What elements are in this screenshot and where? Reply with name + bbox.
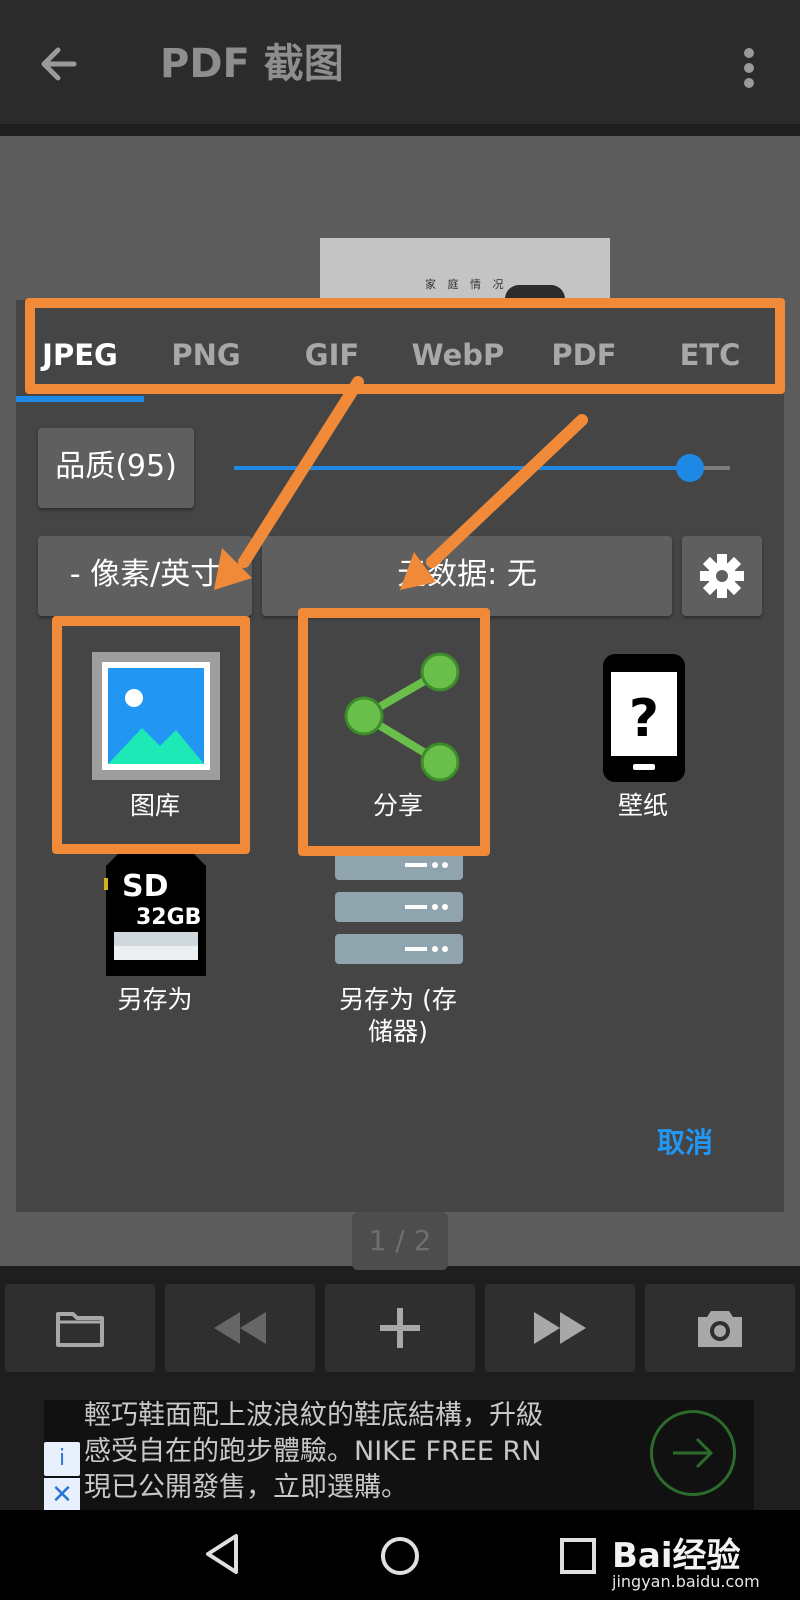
save-to-storage-label-line2: 储器)	[368, 1017, 428, 1046]
app-title: PDF 截图	[160, 41, 344, 87]
pdf-page-image	[505, 285, 565, 299]
open-folder-button[interactable]	[5, 1284, 155, 1372]
ad-info-icon[interactable]: i	[44, 1442, 80, 1476]
next-page-button[interactable]	[485, 1284, 635, 1372]
ad-line-1: 輕巧鞋面配上波浪紋的鞋底結構，升級	[84, 1400, 543, 1431]
gear-icon	[700, 554, 744, 598]
ad-close-icon[interactable]: ✕	[44, 1478, 80, 1512]
quality-button[interactable]: 品质(95)	[38, 428, 194, 508]
more-vert-icon[interactable]	[730, 38, 770, 98]
fast-forward-icon	[534, 1312, 586, 1344]
add-icon	[380, 1308, 420, 1348]
rewind-icon	[214, 1312, 266, 1344]
svg-text:?: ?	[629, 689, 659, 749]
server-storage-icon	[335, 850, 463, 964]
dpi-button[interactable]: - 像素/英寸	[38, 536, 252, 616]
camera-icon	[698, 1311, 742, 1347]
nav-home-icon[interactable]	[378, 1534, 422, 1578]
metadata-button[interactable]: 元数据: 无	[262, 536, 672, 616]
watermark-logo: Bai经验	[612, 1536, 741, 1576]
add-button[interactable]	[325, 1284, 475, 1372]
quality-slider-fill	[234, 466, 691, 470]
folder-icon	[56, 1312, 104, 1347]
wallpaper-label: 壁纸	[617, 791, 668, 820]
share-highlight-box	[298, 608, 490, 856]
ad-line-3: 現已公開發售，立即選購。	[84, 1472, 408, 1503]
phone-question-icon: ?	[603, 654, 685, 782]
save-as-label: 另存为	[117, 985, 193, 1014]
capture-button[interactable]	[645, 1284, 795, 1372]
back-arrow-icon[interactable]	[28, 34, 92, 94]
save-to-storage-label-line1: 另存为 (存	[339, 985, 457, 1014]
ad-line-2: 感受自在的跑步體驗。NIKE FREE RN	[84, 1436, 542, 1467]
cancel-button[interactable]: 取消	[640, 1120, 730, 1166]
watermark-url: jingyan.baidu.com	[612, 1572, 760, 1591]
ad-arrow-icon[interactable]	[650, 1410, 736, 1496]
settings-button[interactable]	[682, 536, 762, 616]
gallery-highlight-box	[52, 616, 250, 854]
wallpaper-action[interactable]: ? 壁纸	[528, 640, 758, 840]
page-indicator: 1 / 2	[352, 1212, 448, 1270]
previous-page-button[interactable]	[165, 1284, 315, 1372]
nav-back-icon[interactable]	[200, 1530, 244, 1578]
tabs-highlight-box	[25, 298, 785, 394]
sd-card-icon: SD 32GB	[104, 854, 206, 976]
save-to-storage-action[interactable]: 另存为 (存 储器)	[283, 848, 513, 1048]
sd-capacity: 32GB	[136, 905, 201, 930]
ad-text[interactable]: 輕巧鞋面配上波浪紋的鞋底結構，升級 感受自在的跑步體驗。NIKE FREE RN…	[84, 1398, 644, 1506]
nav-recents-icon[interactable]	[556, 1534, 600, 1578]
app-bar	[0, 0, 800, 124]
tab-indicator	[16, 396, 144, 402]
sd-text: SD	[122, 869, 169, 904]
save-as-action[interactable]: SD 32GB 另存为	[40, 848, 270, 1048]
pdf-page-text: 家 庭 情 况	[425, 278, 508, 291]
